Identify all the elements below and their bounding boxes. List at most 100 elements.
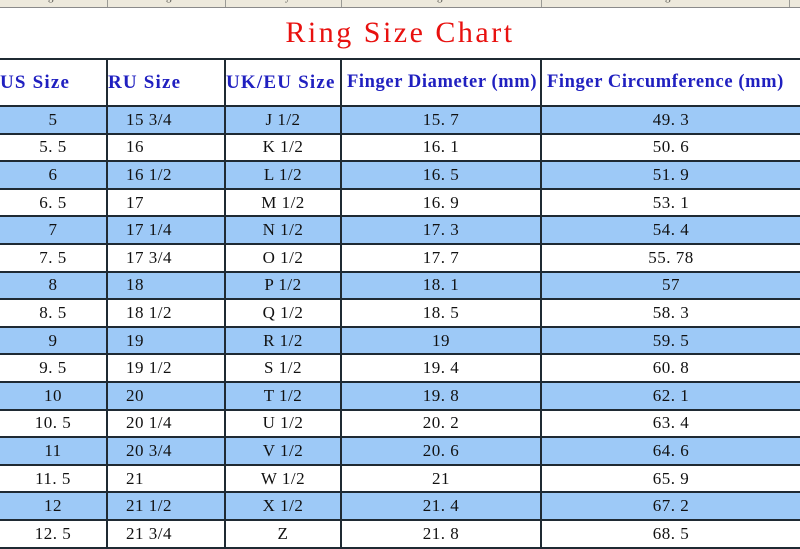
table-row: 8. 5 18 1/2 Q 1/2 18. 5 58. 3 bbox=[0, 299, 800, 328]
chart-title-band: Ring Size Chart bbox=[0, 8, 800, 58]
cell-us-size: 7 bbox=[0, 216, 108, 245]
cell-us-size: 9 bbox=[0, 326, 108, 356]
table-row: 10. 5 20 1/4 U 1/2 20. 2 63. 4 bbox=[0, 409, 800, 439]
table-row: 9 19 R 1/2 19 59. 5 bbox=[0, 326, 800, 356]
table-row: 11 20 3/4 V 1/2 20. 6 64. 6 bbox=[0, 437, 800, 466]
cell-finger-diameter: 17. 7 bbox=[341, 243, 542, 273]
table-row: 10 20 T 1/2 19. 8 62. 1 bbox=[0, 381, 800, 411]
ring-size-chart-page: g g y g g Ring Size Chart US Size RU Siz… bbox=[0, 0, 800, 549]
strip-ghost-text: g bbox=[48, 0, 54, 3]
table-row: 8 18 P 1/2 18. 1 57 bbox=[0, 271, 800, 301]
table-row: 5. 5 16 K 1/2 16. 1 50. 6 bbox=[0, 133, 800, 163]
column-header-finger-diameter: Finger Diameter (mm) bbox=[341, 59, 542, 107]
strip-divider bbox=[541, 0, 542, 7]
strip-divider bbox=[107, 0, 108, 7]
cell-uk-eu-size: X 1/2 bbox=[225, 492, 342, 521]
cell-uk-eu-size: T 1/2 bbox=[225, 381, 342, 411]
cell-uk-eu-size: S 1/2 bbox=[225, 354, 342, 383]
cell-ru-size: 21 1/2 bbox=[107, 492, 226, 521]
cell-ru-size: 20 bbox=[107, 381, 226, 411]
cell-ru-size: 18 bbox=[107, 271, 226, 301]
table-header: US Size RU Size UK/EU Size Finger Diamet… bbox=[0, 59, 800, 107]
table-row: 7. 5 17 3/4 O 1/2 17. 7 55. 78 bbox=[0, 243, 800, 273]
cell-finger-circumference: 68. 5 bbox=[541, 519, 800, 549]
cell-us-size: 5 bbox=[0, 106, 108, 135]
cell-uk-eu-size: L 1/2 bbox=[225, 161, 342, 190]
cell-ru-size: 16 1/2 bbox=[107, 161, 226, 190]
table-body: 5 15 3/4 J 1/2 15. 7 49. 3 5. 5 16 K 1/2 16. 1 50… bbox=[0, 106, 800, 549]
table-row: 12. 5 21 3/4 Z 21. 8 68. 5 bbox=[0, 519, 800, 549]
cell-finger-diameter: 18. 1 bbox=[341, 271, 542, 301]
cell-finger-circumference: 65. 9 bbox=[541, 464, 800, 494]
cell-us-size: 8. 5 bbox=[0, 299, 108, 328]
strip-divider bbox=[341, 0, 342, 7]
cell-finger-diameter: 20. 6 bbox=[341, 437, 542, 466]
cell-finger-circumference: 67. 2 bbox=[541, 492, 800, 521]
strip-ghost-text: g bbox=[665, 0, 671, 3]
cell-ru-size: 15 3/4 bbox=[107, 106, 226, 135]
header-row: US Size RU Size UK/EU Size Finger Diamet… bbox=[0, 59, 800, 107]
strip-ghost-text: g bbox=[437, 0, 443, 3]
cell-us-size: 6 bbox=[0, 161, 108, 190]
cell-finger-diameter: 15. 7 bbox=[341, 106, 542, 135]
cell-us-size: 8 bbox=[0, 271, 108, 301]
cell-finger-circumference: 55. 78 bbox=[541, 243, 800, 273]
column-header-us-size: US Size bbox=[0, 59, 108, 107]
cell-uk-eu-size: J 1/2 bbox=[225, 106, 342, 135]
cell-uk-eu-size: M 1/2 bbox=[225, 188, 342, 218]
cell-us-size: 6. 5 bbox=[0, 188, 108, 218]
cell-finger-circumference: 62. 1 bbox=[541, 381, 800, 411]
cell-us-size: 12 bbox=[0, 492, 108, 521]
cell-uk-eu-size: N 1/2 bbox=[225, 216, 342, 245]
cell-uk-eu-size: Q 1/2 bbox=[225, 299, 342, 328]
cell-finger-diameter: 21. 4 bbox=[341, 492, 542, 521]
cell-finger-circumference: 59. 5 bbox=[541, 326, 800, 356]
cell-finger-diameter: 18. 5 bbox=[341, 299, 542, 328]
table-row: 9. 5 19 1/2 S 1/2 19. 4 60. 8 bbox=[0, 354, 800, 383]
cell-us-size: 11. 5 bbox=[0, 464, 108, 494]
column-header-finger-circumference: Finger Circumference (mm) bbox=[541, 59, 800, 107]
cell-uk-eu-size: O 1/2 bbox=[225, 243, 342, 273]
cell-uk-eu-size: K 1/2 bbox=[225, 133, 342, 163]
cell-finger-diameter: 19. 8 bbox=[341, 381, 542, 411]
cell-uk-eu-size: P 1/2 bbox=[225, 271, 342, 301]
strip-divider bbox=[789, 0, 790, 7]
table-row: 11. 5 21 W 1/2 21 65. 9 bbox=[0, 464, 800, 494]
cell-finger-circumference: 54. 4 bbox=[541, 216, 800, 245]
cell-finger-circumference: 57 bbox=[541, 271, 800, 301]
cell-finger-diameter: 21. 8 bbox=[341, 519, 542, 549]
cell-ru-size: 20 1/4 bbox=[107, 409, 226, 439]
cell-uk-eu-size: U 1/2 bbox=[225, 409, 342, 439]
table-row: 6. 5 17 M 1/2 16. 9 53. 1 bbox=[0, 188, 800, 218]
cell-finger-circumference: 63. 4 bbox=[541, 409, 800, 439]
cell-ru-size: 17 3/4 bbox=[107, 243, 226, 273]
cell-us-size: 12. 5 bbox=[0, 519, 108, 549]
column-header-ru-size: RU Size bbox=[107, 59, 226, 107]
strip-ghost-text: g bbox=[166, 0, 172, 3]
cell-uk-eu-size: W 1/2 bbox=[225, 464, 342, 494]
strip-divider bbox=[225, 0, 226, 7]
cell-finger-diameter: 16. 5 bbox=[341, 161, 542, 190]
cell-us-size: 10 bbox=[0, 381, 108, 411]
ring-size-table: US Size RU Size UK/EU Size Finger Diamet… bbox=[0, 58, 800, 549]
cell-us-size: 7. 5 bbox=[0, 243, 108, 273]
table-row: 6 16 1/2 L 1/2 16. 5 51. 9 bbox=[0, 161, 800, 190]
cell-uk-eu-size: R 1/2 bbox=[225, 326, 342, 356]
cell-finger-circumference: 53. 1 bbox=[541, 188, 800, 218]
cell-finger-diameter: 19. 4 bbox=[341, 354, 542, 383]
cell-finger-diameter: 17. 3 bbox=[341, 216, 542, 245]
cell-ru-size: 17 bbox=[107, 188, 226, 218]
cell-finger-circumference: 49. 3 bbox=[541, 106, 800, 135]
cell-finger-circumference: 50. 6 bbox=[541, 133, 800, 163]
cell-uk-eu-size: V 1/2 bbox=[225, 437, 342, 466]
page-title: Ring Size Chart bbox=[285, 16, 515, 49]
table-row: 12 21 1/2 X 1/2 21. 4 67. 2 bbox=[0, 492, 800, 521]
cell-finger-diameter: 21 bbox=[341, 464, 542, 494]
cell-finger-circumference: 60. 8 bbox=[541, 354, 800, 383]
strip-ghost-text: y bbox=[285, 0, 291, 3]
cell-finger-diameter: 20. 2 bbox=[341, 409, 542, 439]
table-row: 7 17 1/4 N 1/2 17. 3 54. 4 bbox=[0, 216, 800, 245]
cell-finger-circumference: 51. 9 bbox=[541, 161, 800, 190]
truncated-table-strip: g g y g g bbox=[0, 0, 800, 8]
cell-ru-size: 20 3/4 bbox=[107, 437, 226, 466]
